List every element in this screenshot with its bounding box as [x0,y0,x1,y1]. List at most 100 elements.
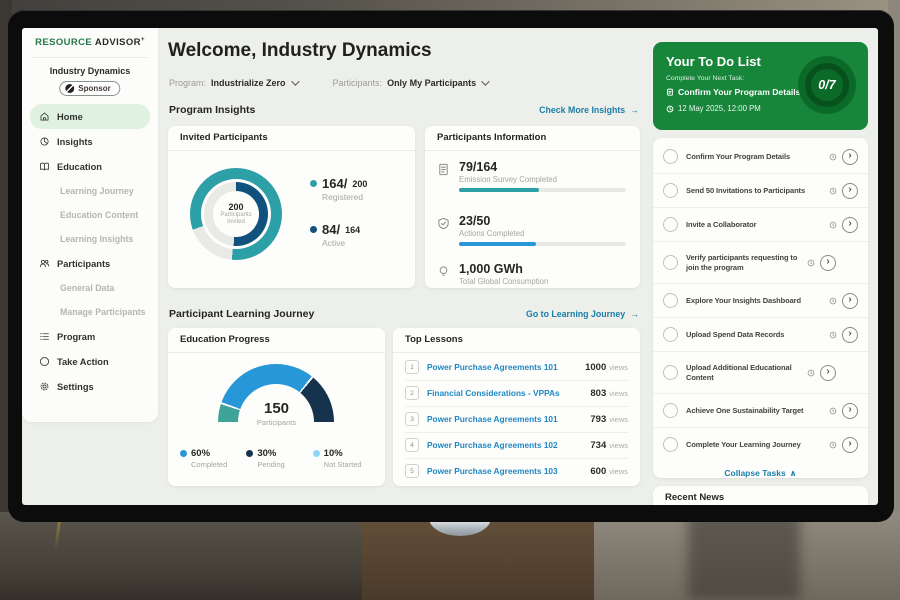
task-row[interactable]: Confirm Your Program Details › [653,140,868,174]
todo-progress-ring: 0/7 [798,56,856,114]
sidebar-item-general-data[interactable]: General Data [30,276,150,300]
task-checkbox[interactable] [663,149,678,164]
sidebar-item-education[interactable]: Education [30,154,150,179]
task-checkbox[interactable] [663,183,678,198]
sidebar-item-home[interactable]: Home [30,104,150,129]
task-list-card: Confirm Your Program Details › Send 50 I… [653,138,868,478]
task-chevron-button[interactable]: › [820,365,836,381]
chevron-down-icon [291,77,299,85]
task-chevron-button[interactable]: › [842,149,858,165]
sidebar-item-take-action[interactable]: Take Action [30,349,150,374]
task-checkbox[interactable] [663,293,678,308]
task-chevron-button[interactable]: › [842,183,858,199]
progress-fill [459,188,539,192]
card-title: Education Progress [168,328,385,353]
legend-pending: 30% Pending [246,448,312,469]
program-icon [39,331,50,342]
sidebar-item-manage-participants[interactable]: Manage Participants [30,300,150,324]
rank-badge: 4 [405,438,419,452]
logo-primary: RESOURCE [35,37,92,48]
divider [32,57,148,58]
clock-icon [807,259,815,267]
program-insights-header: Program Insights Check More Insights → [169,104,639,116]
rank-badge: 2 [405,386,419,400]
task-chevron-button[interactable]: › [842,403,858,419]
task-chevron-button[interactable]: › [842,327,858,343]
task-chevron-button[interactable]: › [820,255,836,271]
lesson-link[interactable]: Power Purchase Agreements 101 [427,362,585,372]
todo-panel: Your To Do List Complete Your Next Task:… [653,42,868,130]
rank-badge: 1 [405,360,419,374]
task-row[interactable]: Invite a Collaborator › [653,208,868,242]
legend-dot [246,450,253,457]
todo-next-task: Confirm Your Program Details [666,87,800,97]
participants-information-card: Participants Information 79/164 Emission… [425,126,640,288]
task-checkbox[interactable] [663,403,678,418]
collapse-tasks-link[interactable]: Collapse Tasks ∧ [653,461,868,485]
background-shadow [688,512,800,600]
task-row[interactable]: Upload Spend Data Records › [653,318,868,352]
check-more-insights-link[interactable]: Check More Insights → [539,105,639,115]
task-checkbox[interactable] [663,437,678,452]
org-name: Industry Dynamics [22,66,158,76]
main-content: Welcome, Industry Dynamics Program: Indu… [168,28,640,505]
settings-icon [39,381,50,392]
lesson-link[interactable]: Financial Considerations - VPPAs [427,388,590,398]
sidebar-item-program[interactable]: Program [30,324,150,349]
task-checkbox[interactable] [663,255,678,270]
logo-plus: + [141,37,145,43]
insights-icon [39,136,50,147]
legend-dot [310,226,317,233]
progress-fill [459,242,536,246]
sponsor-icon [65,84,74,93]
monitor-bezel: RESOURCE ADVISOR+ Industry Dynamics Spon… [8,10,894,522]
recent-news-card: Recent News [653,486,868,505]
todo-progress-value: 0/7 [798,56,856,114]
take-action-icon [39,356,50,367]
task-row[interactable]: Send 50 Invitations to Participants › [653,174,868,208]
clock-icon [829,407,837,415]
page-title: Welcome, Industry Dynamics [168,40,432,62]
arrow-right-icon: → [630,105,639,115]
donut-center-value: 200 [228,202,243,212]
task-row[interactable]: Complete Your Learning Journey › [653,428,868,461]
lesson-link[interactable]: Power Purchase Agreements 103 [427,466,590,476]
sponsor-badge[interactable]: Sponsor [59,81,120,96]
task-row[interactable]: Upload Additional Educational Content › [653,352,868,394]
go-to-learning-journey-link[interactable]: Go to Learning Journey → [526,309,639,319]
participants-select[interactable]: Only My Participants [387,78,487,88]
task-chevron-button[interactable]: › [842,293,858,309]
task-chevron-button[interactable]: › [842,437,858,453]
sidebar-item-participants[interactable]: Participants [30,251,150,276]
legend-completed: 60% Completed [180,448,246,469]
program-select[interactable]: Industrialize Zero [211,78,297,88]
invited-participants-card: Invited Participants 200 ParticipantsInv… [168,126,415,288]
legend-not-started: 10% Not Started [313,448,379,469]
lesson-link[interactable]: Power Purchase Agreements 101 [427,414,590,424]
sidebar-item-insights[interactable]: Insights [30,129,150,154]
sidebar-item-learning-journey[interactable]: Learning Journey [30,179,150,203]
lesson-row: 4 Power Purchase Agreements 102 734 view… [405,432,628,459]
sponsor-label: Sponsor [78,84,110,93]
lesson-link[interactable]: Power Purchase Agreements 102 [427,440,590,450]
legend-dot [180,450,187,457]
clock-icon [829,331,837,339]
bulb-icon [437,265,450,278]
task-checkbox[interactable] [663,327,678,342]
clock-icon [829,297,837,305]
legend-dot [313,450,320,457]
task-checkbox[interactable] [663,217,678,232]
card-title: Invited Participants [168,126,415,151]
participants-filter-label: Participants: [333,78,383,88]
sidebar-item-settings[interactable]: Settings [30,374,150,399]
task-row[interactable]: Explore Your Insights Dashboard › [653,284,868,318]
chevron-up-icon: ∧ [790,468,797,479]
task-row[interactable]: Achieve One Sustainability Target › [653,394,868,428]
gauge-center-label: Participants [168,418,385,427]
sidebar-item-education-content[interactable]: Education Content [30,203,150,227]
task-row[interactable]: Verify participants requesting to join t… [653,242,868,284]
clock-icon [829,221,837,229]
task-checkbox[interactable] [663,365,678,380]
sidebar-item-learning-insights[interactable]: Learning Insights [30,227,150,251]
task-chevron-button[interactable]: › [842,217,858,233]
